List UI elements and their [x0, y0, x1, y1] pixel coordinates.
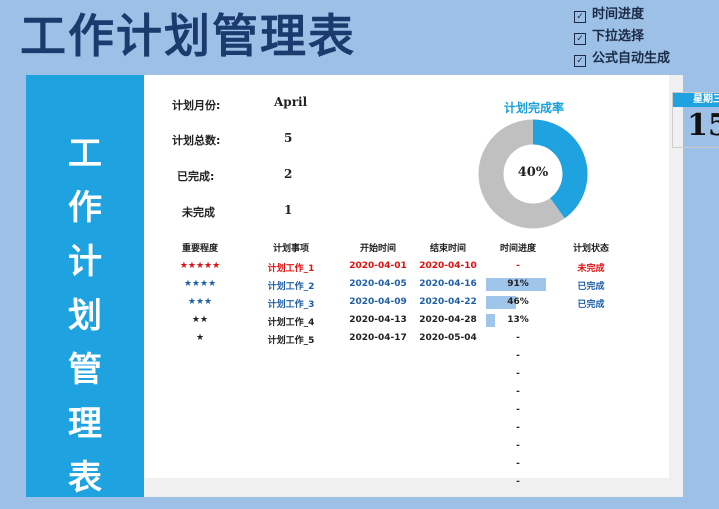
cell-task: 计划工作_3	[267, 300, 315, 310]
cell-status[interactable]: 已完成	[556, 297, 626, 310]
feature-item: ✓ 下拉选择	[574, 26, 670, 48]
cell-stars[interactable]: ★	[170, 333, 230, 343]
cell-progress-text: -	[516, 333, 520, 343]
cell-status[interactable]: 已完成	[556, 279, 626, 292]
cell-status[interactable]: 未完成	[556, 261, 626, 274]
page-title: 工作计划管理表	[20, 9, 356, 63]
calendar-weekday: 星期三	[673, 93, 719, 107]
cell-start: 2020-04-17	[349, 333, 407, 343]
cell-end: 2020-05-04	[419, 333, 477, 343]
feature-list: ✓ 时间进度 ✓ 下拉选择 ✓ 公式自动生成	[574, 4, 670, 70]
header-end: 结束时间	[429, 244, 466, 254]
checkbox-icon: ✓	[574, 33, 586, 45]
feature-item: ✓ 时间进度	[574, 4, 670, 26]
checkbox-icon: ✓	[574, 55, 586, 67]
completion-rate-value: 40%	[517, 165, 549, 180]
header-importance: 重要程度	[181, 244, 218, 254]
cell-task: 计划工作_4	[267, 318, 315, 328]
cell-start: 2020-04-09	[349, 297, 407, 307]
bottom-gutter	[144, 478, 683, 497]
cell-start: 2020-04-01	[349, 261, 407, 271]
cell-start: 2020-04-13	[349, 315, 407, 325]
month-value[interactable]: April	[274, 95, 307, 109]
cell-progress-empty: -	[516, 423, 520, 433]
cell-progress-text: -	[516, 261, 520, 271]
done-label: 已完成:	[177, 170, 215, 183]
cell-progress-text: 13%	[507, 315, 529, 325]
cell-stars[interactable]: ★★★	[170, 297, 230, 307]
cell-end: 2020-04-28	[419, 315, 477, 325]
done-value: 2	[284, 167, 293, 181]
cell-progress-empty: -	[516, 441, 520, 451]
cell-progress-empty: -	[516, 387, 520, 397]
checkbox-icon: ✓	[574, 11, 586, 23]
total-value: 5	[284, 131, 293, 145]
cell-end: 2020-04-10	[419, 261, 477, 271]
cell-stars[interactable]: ★★	[170, 315, 230, 325]
undone-label: 未完成	[182, 206, 215, 219]
cell-task: 计划工作_5	[267, 336, 315, 346]
cell-progress-empty: -	[516, 459, 520, 469]
completion-rate-title: 计划完成率	[503, 101, 564, 115]
cell-end: 2020-04-16	[419, 279, 477, 289]
calendar-day: 15	[687, 108, 719, 143]
content-area: 计划月份: April 计划总数: 5 已完成: 2 未完成 1 计划完成率 4…	[144, 75, 719, 487]
cell-progress-empty: -	[516, 477, 520, 487]
cell-stars[interactable]: ★★★★★	[170, 261, 230, 271]
cell-end: 2020-04-22	[419, 297, 477, 307]
cell-progress-text: 46%	[507, 297, 529, 307]
cell-stars[interactable]: ★★★★	[170, 279, 230, 289]
sidebar-title: 工 作 计 划 管 理 表	[68, 134, 102, 498]
month-label: 计划月份:	[172, 99, 221, 112]
cell-progress-empty: -	[516, 369, 520, 379]
calendar-widget: 星期三 15	[672, 92, 719, 148]
undone-value: 1	[284, 203, 293, 217]
plan-card: 工 作 计 划 管 理 表 计划月份: April 计划总数: 5 已完成: 2…	[26, 75, 719, 498]
cell-progress-empty: -	[516, 405, 520, 415]
total-label: 计划总数:	[172, 134, 221, 147]
cell-start: 2020-04-05	[349, 279, 407, 289]
cell-task: 计划工作_2	[267, 282, 315, 292]
feature-item: ✓ 公式自动生成	[574, 48, 670, 70]
header-task: 计划事项	[272, 244, 309, 254]
header-status: 计划状态	[572, 244, 609, 254]
header-progress: 时间进度	[499, 244, 536, 254]
cell-progress-text: 91%	[507, 279, 529, 289]
sidebar: 工 作 计 划 管 理 表	[26, 75, 144, 498]
cell-task: 计划工作_1	[267, 264, 315, 274]
header-start: 开始时间	[359, 244, 396, 254]
cell-progress-empty: -	[516, 351, 520, 361]
